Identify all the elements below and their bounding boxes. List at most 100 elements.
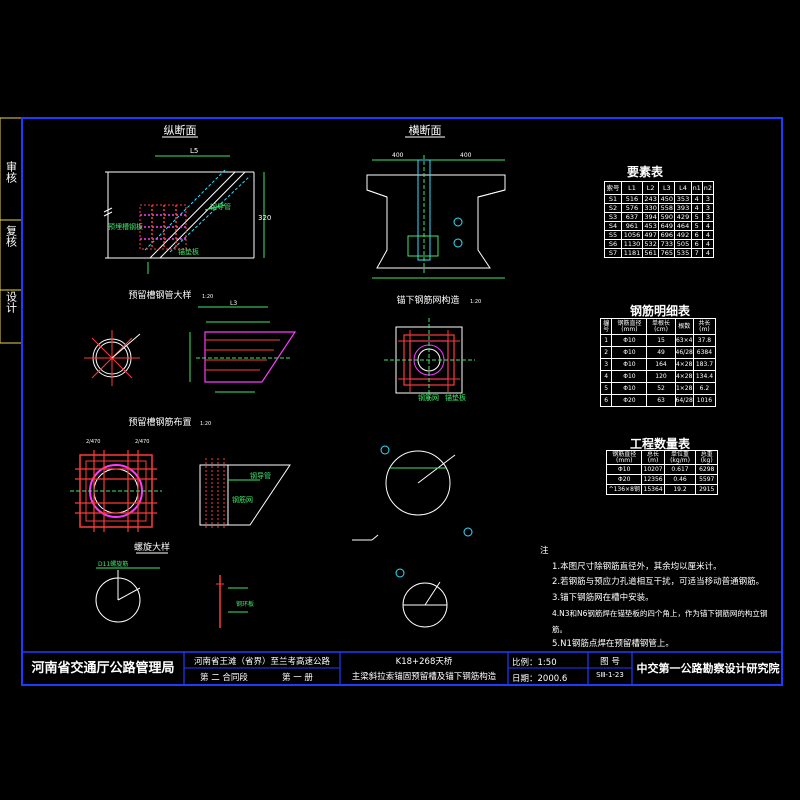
side-tab-design: 设计 [5, 291, 18, 314]
spiral-title: 螺旋大样 [134, 541, 170, 553]
scale-value: 1:50 [537, 658, 557, 668]
params-cell: 516 [620, 194, 644, 204]
rebar-table-title: 钢筋明细表 [629, 304, 690, 318]
params-cell: 7 [690, 248, 703, 258]
note-4: 4.N3和N6钢筋焊在锚垫板的四个角上，作为锚下钢筋网的构立钢筋。 [552, 609, 768, 634]
table-row: Φ10 10207 0.617 6298 [605, 464, 718, 475]
note-5: 5.N1钢筋点焊在预留槽钢管上。 [552, 639, 674, 649]
note-1: 1.本图尺寸除钢筋直径外，其余均以厘米计。 [552, 561, 722, 572]
cross-dim-right: 400 [460, 152, 472, 159]
rebar-cell: 5 [599, 382, 613, 395]
params-header-cell: n2 [701, 181, 715, 195]
params-cell: 6 [690, 230, 703, 240]
params-cell: 765 [658, 248, 676, 258]
rebar-cell: 46/28 [674, 346, 694, 359]
table-row: ^136×8钢 15364 19.2 2915 [605, 484, 718, 495]
params-cell: S7 [604, 248, 622, 258]
params-cell: S3 [604, 212, 622, 222]
rebar-cell: 183.7 [692, 358, 717, 371]
elevation-pipe-label: 钢导管 [210, 202, 231, 211]
quantity-cell: 12356 [641, 474, 665, 485]
params-cell: 3 [701, 203, 715, 213]
params-cell: 561 [642, 248, 660, 258]
rebar-cell: 52 [646, 382, 676, 395]
rebar-header-cell: 单根长(cm) [646, 318, 676, 335]
rebar-cell: 3 [599, 358, 613, 371]
rebar-cell: 37.8 [692, 334, 717, 347]
project-line-2a: 第 二 合同段 [200, 673, 248, 683]
params-cell: S2 [604, 203, 622, 213]
params-cell: 558 [658, 203, 676, 213]
params-cell: 649 [658, 221, 676, 231]
ring-detail-1 [352, 445, 473, 541]
ring-detail-2 [395, 568, 448, 628]
rebar-layout-scale: 1:20 [200, 421, 211, 427]
rebar-cell: 1016 [692, 394, 717, 407]
quantity-cell: 6298 [695, 464, 718, 475]
anchor-plate-label: 锚垫板 [445, 393, 466, 402]
svg-text:L3: L3 [230, 300, 237, 307]
quantity-cell: 15364 [641, 484, 665, 495]
rebar-dim-right: 2/470 [135, 439, 149, 445]
params-cell: 637 [620, 212, 644, 222]
rebar-table-header: 编号 钢筋直径(mm) 单根长(cm) 根数 共长(m) [599, 318, 717, 335]
cross-title: 横断面 [409, 123, 442, 137]
pipe-section-circle [84, 330, 141, 386]
anchor-mesh-label: 钢筋网 [418, 393, 439, 402]
drawing-line-2: 主梁斜拉索锚固预留槽及锚下钢筋构造 [351, 672, 497, 682]
params-cell: 505 [674, 239, 692, 249]
rebar-cell: Φ10 [611, 334, 648, 347]
params-cell: S5 [604, 230, 622, 240]
rebar-cell: 1 [599, 334, 613, 347]
quantity-cell: ^136×8钢 [605, 484, 643, 495]
params-cell: 535 [674, 248, 692, 258]
params-table: 索号 L1 L2 L3 L4 n1 n2 S1 516 243 450 353 4 3 S2 576 330 5… [604, 181, 715, 258]
side-tab-review: 审核 [5, 160, 18, 184]
rebar-cell: Φ10 [611, 370, 648, 383]
table-row: 2 Φ10 49 46/28 6384 [599, 346, 717, 359]
table-row: 5 Φ10 52 1×28 6.2 [599, 382, 717, 395]
table-row: S5 1056 497 696 492 6 4 [604, 230, 715, 240]
note-3: 3.锚下钢筋网在槽中安装。 [552, 592, 654, 603]
anchor-bar-scale: 1:20 [470, 299, 481, 305]
rebar-cell: 6.2 [692, 382, 717, 395]
scale-label: 比例： [512, 658, 538, 668]
params-cell: 464 [674, 221, 692, 231]
params-cell: 4 [701, 221, 715, 231]
params-cell: S4 [604, 221, 622, 231]
table-row: 3 Φ10 164 4×28 183.7 [599, 358, 717, 371]
params-cell: 450 [658, 194, 676, 204]
params-cell: 5 [690, 221, 703, 231]
dim-height: 320 [258, 214, 271, 222]
pipe-detail-scale: 1:20 [202, 294, 213, 300]
rebar-cell: 4×28 [674, 358, 694, 371]
params-cell: 353 [674, 194, 692, 204]
rebar-cell: 164 [646, 358, 676, 371]
params-cell: 492 [674, 230, 692, 240]
rebar-cell: 49 [646, 346, 676, 359]
quantity-cell: 0.617 [663, 464, 697, 475]
drawing-line-1: K18+268天桥 [395, 657, 453, 667]
quantity-cell: 2915 [695, 484, 718, 495]
params-cell: S1 [604, 194, 622, 204]
params-cell: 497 [642, 230, 660, 240]
quantity-cell: 10207 [641, 464, 665, 475]
quantity-table-header: 钢筋直径(mm) 总长(m) 单位重(kg/m) 总重(kg) [605, 450, 718, 465]
params-cell: 394 [642, 212, 660, 222]
rebar-cell: 63×4 [674, 334, 694, 347]
rebar-cell: 1×28 [674, 382, 694, 395]
quantity-cell: 0.46 [663, 474, 697, 485]
table-row: Φ20 12356 0.46 5597 [605, 474, 718, 485]
params-cell: 5 [690, 212, 703, 222]
scale-field: 比例：1:50 [512, 656, 557, 668]
table-row: 1 Φ10 15 63×4 37.8 [599, 334, 717, 347]
params-cell: S6 [604, 239, 622, 249]
rebar-header-cell: 钢筋直径(mm) [611, 318, 648, 335]
params-cell: 6 [690, 239, 703, 249]
params-cell: 576 [620, 203, 644, 213]
rebar-dim-left: 2/470 [86, 439, 100, 445]
elevation-embed-label: 预埋槽钢板 [108, 222, 143, 231]
table-row: S7 1181 561 765 535 7 4 [604, 248, 715, 258]
date-label: 日期： [512, 674, 538, 684]
rebar-cell: 134.4 [692, 370, 717, 383]
